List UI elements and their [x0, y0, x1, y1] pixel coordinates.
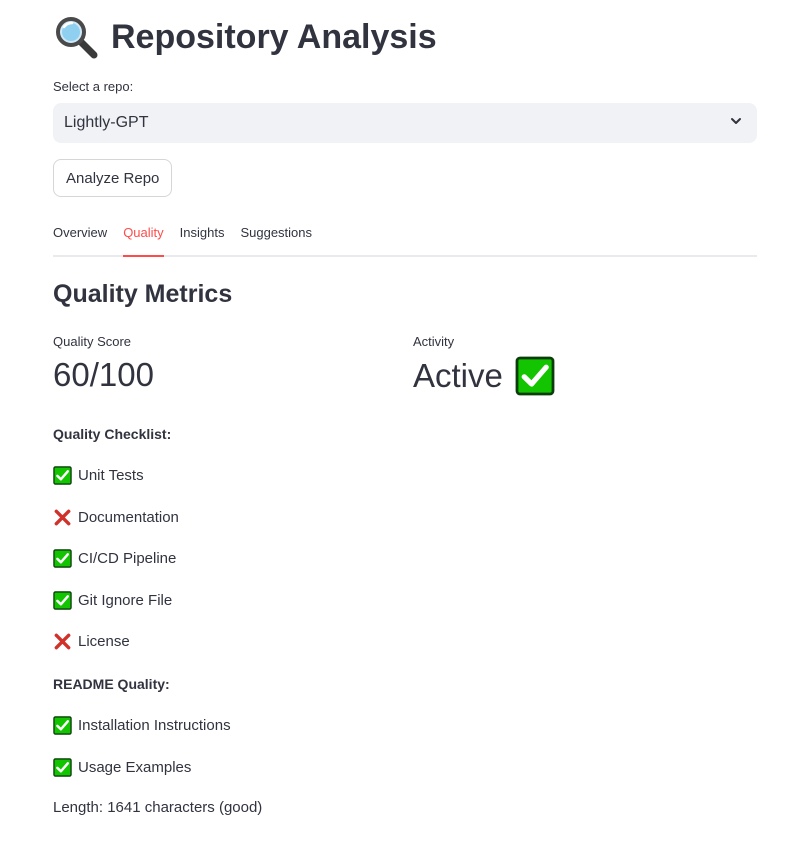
check-icon: [53, 591, 72, 610]
check-icon: [515, 356, 555, 396]
analyze-repo-button[interactable]: Analyze Repo: [53, 159, 173, 197]
tab-suggestions[interactable]: Suggestions: [240, 224, 312, 255]
tab-quality[interactable]: Quality: [123, 224, 165, 257]
checklist-item-documentation: Documentation: [53, 508, 179, 527]
readme-length-text: Length: 1641 characters (good): [53, 799, 263, 816]
check-icon: [53, 466, 72, 485]
checklist-item-unit-tests: Unit Tests: [53, 466, 144, 485]
checklist-item-label: Documentation: [78, 509, 179, 526]
checklist-item-label: Unit Tests: [78, 467, 144, 484]
cross-icon: [53, 508, 72, 527]
readme-item-label: Usage Examples: [78, 759, 192, 776]
cross-icon: [53, 632, 72, 651]
section-title: Quality Metrics: [53, 280, 233, 308]
readme-item-installation: Installation Instructions: [53, 716, 231, 735]
magnifier-icon: [53, 14, 99, 60]
chevron-down-icon: [729, 114, 743, 133]
repo-select-label: Select a repo:: [53, 79, 134, 94]
checklist-item-label: CI/CD Pipeline: [78, 550, 177, 567]
activity-label: Activity: [413, 334, 455, 349]
checklist-item-ci-cd: CI/CD Pipeline: [53, 549, 176, 568]
check-icon: [53, 716, 72, 735]
activity-metric: Active: [413, 356, 555, 396]
readme-item-usage: Usage Examples: [53, 758, 191, 777]
tab-overview[interactable]: Overview: [53, 224, 107, 255]
checklist-item-label: License: [78, 633, 130, 650]
check-icon: [53, 549, 72, 568]
repo-select[interactable]: Lightly-GPT: [53, 103, 757, 143]
page-title: Repository Analysis: [53, 14, 437, 60]
quality-score-label: Quality Score: [53, 334, 132, 349]
quality-checklist-heading: Quality Checklist:: [53, 426, 172, 442]
quality-score-value: 60/100: [53, 356, 154, 393]
tab-insights[interactable]: Insights: [180, 224, 225, 255]
checklist-item-label: Git Ignore File: [78, 592, 173, 609]
readme-quality-heading: README Quality:: [53, 676, 170, 692]
tab-bar: Overview Quality Insights Suggestions: [53, 224, 757, 257]
check-icon: [53, 758, 72, 777]
page-title-text: Repository Analysis: [111, 17, 437, 56]
checklist-item-gitignore: Git Ignore File: [53, 591, 172, 610]
activity-value: Active: [413, 357, 503, 394]
repo-select-value: Lightly-GPT: [64, 114, 149, 131]
readme-item-label: Installation Instructions: [78, 717, 231, 734]
checklist-item-license: License: [53, 632, 130, 651]
